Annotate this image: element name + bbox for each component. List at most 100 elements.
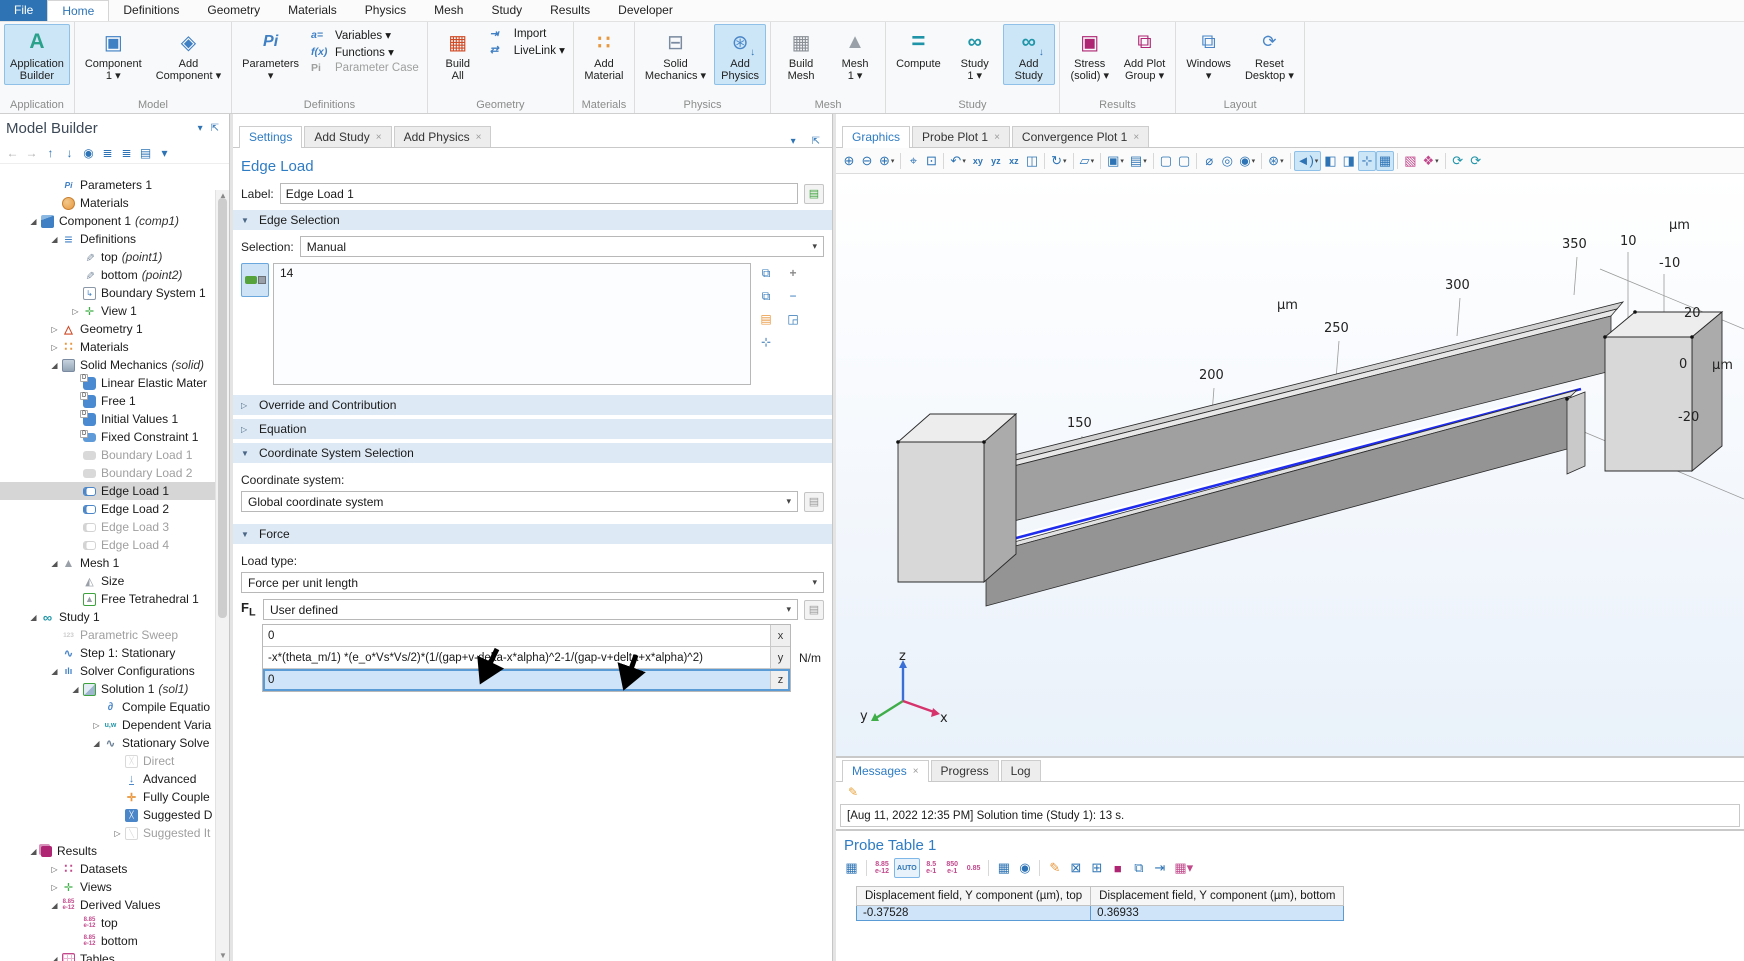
section-equation[interactable]: ▷ Equation	[233, 419, 832, 439]
collapse-icon[interactable]: ▼	[241, 530, 251, 539]
expander-icon[interactable]: ◢	[47, 667, 62, 676]
show-icon[interactable]: ◉	[80, 144, 97, 162]
section-coordinate-system[interactable]: ▼ Coordinate System Selection	[233, 443, 832, 463]
expander-icon[interactable]: ◢	[26, 217, 41, 226]
ribbon-tab-study[interactable]: Study	[477, 0, 536, 21]
view-xz-icon[interactable]: xz	[1005, 151, 1023, 171]
show-axis-icon[interactable]: ⊹	[1358, 151, 1376, 171]
model-builder-menu-icon[interactable]: ▾	[194, 123, 207, 134]
add-study-button[interactable]: Add Study	[1003, 24, 1055, 85]
expander-icon[interactable]: ◢	[47, 235, 62, 244]
ribbon-tab-definitions[interactable]: Definitions	[109, 0, 193, 21]
full-precision-icon[interactable]: ▦	[994, 858, 1013, 878]
copy-icon[interactable]: ⧉	[755, 286, 777, 306]
selection-list[interactable]: 14	[273, 263, 751, 385]
parameters-button[interactable]: Parameters ▾	[236, 24, 305, 85]
zoom-out-icon[interactable]: ⊖	[858, 151, 876, 171]
tree-item-suggested-it[interactable]: ▷Suggested It	[0, 824, 229, 842]
close-icon[interactable]: ×	[476, 132, 482, 143]
component-1-button[interactable]: Component 1 ▾	[79, 24, 148, 85]
right-anchor-block[interactable]	[1605, 312, 1722, 471]
precision-8.5e-1-icon[interactable]: 8.5e-1	[922, 858, 941, 878]
variables-button[interactable]: a=Variables ▾	[311, 28, 419, 42]
tree-item-suggested-d[interactable]: Suggested D	[0, 806, 229, 824]
print-icon[interactable]: ▤▾	[1127, 151, 1150, 171]
settings-menu-icon[interactable]: ▾	[787, 136, 800, 147]
tree-item-compile-equatio[interactable]: Compile Equatio	[0, 698, 229, 716]
stress-solid-button[interactable]: Stress (solid) ▾	[1064, 24, 1116, 85]
precision-8.85e-12-icon[interactable]: 8.85e-12	[872, 858, 892, 878]
tree-item-edge-load-1[interactable]: Edge Load 1	[0, 482, 229, 500]
settings-pin-icon[interactable]: ⇱	[808, 136, 824, 147]
tree-item-results[interactable]: ◢Results	[0, 842, 229, 860]
front-beam-end-plate[interactable]	[1567, 392, 1585, 474]
tree-item-boundary-load-2[interactable]: Boundary Load 2	[0, 464, 229, 482]
ribbon-tab-home[interactable]: Home	[47, 0, 109, 21]
collapse-all-icon[interactable]: ≣	[99, 144, 116, 162]
tab-convergence-plot-1[interactable]: Convergence Plot 1×	[1012, 126, 1149, 147]
zoom-to-selection-icon[interactable]: ⊡	[922, 151, 940, 171]
model-tree-node-text-icon[interactable]: ▤	[137, 144, 154, 162]
expander-icon[interactable]: ◢	[26, 613, 41, 622]
tab-settings[interactable]: Settings	[239, 126, 302, 148]
expander-icon[interactable]: ▷	[47, 883, 62, 892]
more-icon[interactable]: ▾	[156, 144, 173, 162]
ribbon-tab-mesh[interactable]: Mesh	[420, 0, 477, 21]
view-yz-icon[interactable]: yz	[987, 151, 1005, 171]
table-settings-icon[interactable]: ▦	[842, 858, 861, 878]
tab-probe-plot-1[interactable]: Probe Plot 1×	[912, 126, 1010, 147]
section-edge-selection[interactable]: ▼ Edge Selection	[233, 210, 832, 230]
scene-light-icon[interactable]: ▱▾	[1077, 151, 1098, 171]
scrollbar-thumb[interactable]	[218, 198, 227, 618]
windows-button[interactable]: Windows ▾	[1180, 24, 1237, 85]
collapse-icon[interactable]: ▷	[241, 425, 251, 434]
tree-item-edge-load-4[interactable]: Edge Load 4	[0, 536, 229, 554]
tree-item-direct[interactable]: Direct	[0, 752, 229, 770]
force-y-input[interactable]: -x*(theta_m/1) *(e_o*Vs*Vs/2)*(1/(gap+v-…	[263, 647, 770, 668]
expander-icon[interactable]: ◢	[47, 361, 62, 370]
zoom-to-selection-icon[interactable]: ⊹	[755, 332, 777, 352]
tree-item-solution-1[interactable]: ◢Solution 1(sol1)	[0, 680, 229, 698]
mesh-1-button[interactable]: Mesh 1 ▾	[829, 24, 881, 85]
zoom-box-icon[interactable]: ⊕▾	[876, 151, 897, 171]
tree-item-top[interactable]: top	[0, 914, 229, 932]
precision-850e-1-icon[interactable]: 850e-1	[943, 858, 962, 878]
livelink-button[interactable]: ⇄LiveLink ▾	[490, 43, 565, 57]
ribbon-tab-developer[interactable]: Developer	[604, 0, 687, 21]
import-button[interactable]: ⇥Import	[490, 28, 565, 40]
clear-table-icon[interactable]: ✎	[1045, 858, 1064, 878]
close-icon[interactable]: ×	[994, 132, 1000, 143]
tree-item-step-1-stationary[interactable]: Step 1: Stationary	[0, 644, 229, 662]
show-grid-icon[interactable]: ▦	[1376, 151, 1394, 171]
go-to-default-view-icon[interactable]: ↶▾	[947, 151, 968, 171]
ribbon-tab-file[interactable]: File	[0, 0, 47, 21]
tree-item-dependent-varia[interactable]: ▷Dependent Varia	[0, 716, 229, 734]
expander-icon[interactable]: ▷	[47, 325, 62, 334]
tab-log[interactable]: Log	[1001, 760, 1041, 781]
tree-item-view-1[interactable]: ▷View 1	[0, 302, 229, 320]
expander-icon[interactable]: ▷	[47, 865, 62, 874]
graphics-canvas[interactable]: z y x 150200250300350µm10µm-10200µm-20	[836, 174, 1744, 756]
tree-item-study-1[interactable]: ◢Study 1	[0, 608, 229, 626]
active-toggle-button[interactable]	[241, 263, 269, 297]
table-window-icon[interactable]: ⊞	[1087, 858, 1106, 878]
precision-0.85-icon[interactable]: 0.85	[964, 858, 984, 878]
deselect-box-icon[interactable]: ▢	[1175, 151, 1193, 171]
back-icon[interactable]: ←	[4, 144, 21, 162]
application-builder-button[interactable]: Application Builder	[4, 24, 70, 85]
tree-item-boundary-system-1[interactable]: Boundary System 1	[0, 284, 229, 302]
more-tools-icon[interactable]: ⟳	[1467, 151, 1485, 171]
tab-add-study[interactable]: Add Study×	[304, 126, 391, 147]
tree-item-datasets[interactable]: ▷Datasets	[0, 860, 229, 878]
functions-button[interactable]: f(x)Functions ▾	[311, 45, 419, 59]
selection-entity[interactable]: 14	[280, 266, 293, 280]
rename-button[interactable]: ▤	[804, 184, 824, 204]
scroll-down-icon[interactable]: ▼	[216, 951, 230, 960]
model-builder-pin-icon[interactable]: ⇱	[207, 123, 223, 134]
force-type-dropdown[interactable]: User defined ▾	[263, 599, 798, 620]
move-down-icon[interactable]: ↓	[61, 144, 78, 162]
sound-icon[interactable]: ◄)▾	[1294, 151, 1322, 171]
clear-messages-icon[interactable]: ✎	[844, 785, 862, 799]
zoom-extents-icon[interactable]: ⌖	[904, 151, 922, 171]
show-front-icon[interactable]: ◧	[1321, 151, 1339, 171]
